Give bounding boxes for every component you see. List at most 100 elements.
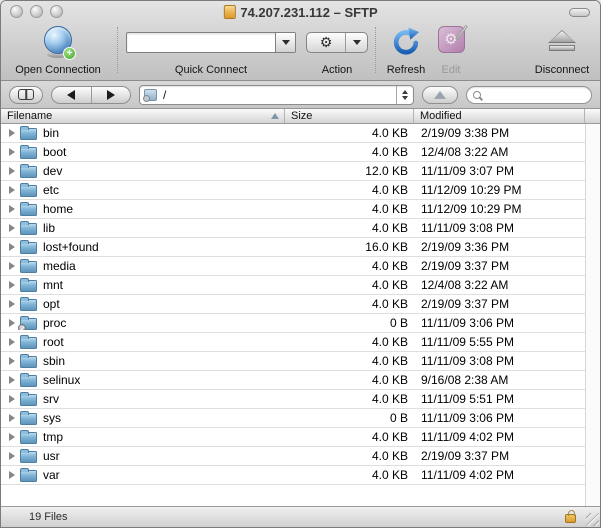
table-row[interactable]: sbin 4.0 KB 11/11/09 3:08 PM — [1, 352, 586, 371]
filename-cell: selinux — [1, 373, 285, 387]
size-cell: 16.0 KB — [285, 240, 414, 254]
back-button[interactable] — [52, 87, 91, 103]
filename-label: proc — [43, 316, 66, 330]
disclosure-triangle-icon[interactable] — [9, 243, 15, 251]
quick-connect-label: Quick Connect — [126, 64, 296, 76]
forward-button[interactable] — [91, 87, 131, 103]
title-bar[interactable]: 74.207.231.112 – SFTP — [1, 1, 600, 23]
action-button[interactable]: ⚙ — [306, 32, 368, 53]
path-popup-stepper[interactable] — [396, 86, 413, 104]
resize-grip[interactable] — [586, 513, 599, 526]
filename-cell: bin — [1, 126, 285, 140]
disclosure-triangle-icon[interactable] — [9, 471, 15, 479]
disclosure-triangle-icon[interactable] — [9, 338, 15, 346]
disclosure-triangle-icon[interactable] — [9, 300, 15, 308]
table-row[interactable]: boot 4.0 KB 12/4/08 3:22 AM — [1, 143, 586, 162]
go-up-button[interactable] — [422, 86, 458, 104]
gear-icon: ⚙ — [320, 36, 333, 50]
modified-cell: 11/11/09 3:08 PM — [414, 354, 586, 368]
proxy-document-icon[interactable] — [223, 5, 235, 19]
size-cell: 4.0 KB — [285, 259, 414, 273]
table-row[interactable]: lost+found 16.0 KB 2/19/09 3:36 PM — [1, 238, 586, 257]
disclosure-triangle-icon[interactable] — [9, 186, 15, 194]
disclosure-triangle-icon[interactable] — [9, 167, 15, 175]
arrow-up-icon — [434, 91, 446, 99]
disclosure-triangle-icon[interactable] — [9, 129, 15, 137]
modified-cell: 11/11/09 3:07 PM — [414, 164, 586, 178]
path-popup[interactable]: / — [139, 85, 414, 105]
modified-cell: 2/19/09 3:37 PM — [414, 259, 586, 273]
zoom-button[interactable] — [50, 5, 63, 18]
disclosure-triangle-icon[interactable] — [9, 224, 15, 232]
open-connection-label: Open Connection — [6, 64, 110, 76]
column-header-filename[interactable]: Filename — [1, 109, 285, 123]
size-cell: 4.0 KB — [285, 183, 414, 197]
disclosure-triangle-icon[interactable] — [9, 319, 15, 327]
table-row[interactable]: lib 4.0 KB 11/11/09 3:08 PM — [1, 219, 586, 238]
table-row[interactable]: selinux 4.0 KB 9/16/08 2:38 AM — [1, 371, 586, 390]
filename-cell: boot — [1, 145, 285, 159]
status-bar: 19 Files — [1, 506, 600, 527]
column-header-modified[interactable]: Modified — [414, 109, 584, 123]
remote-volume-icon — [144, 89, 157, 101]
disclosure-triangle-icon[interactable] — [9, 414, 15, 422]
table-row[interactable]: root 4.0 KB 11/11/09 5:55 PM — [1, 333, 586, 352]
table-row[interactable]: etc 4.0 KB 11/12/09 10:29 PM — [1, 181, 586, 200]
open-connection-button[interactable]: + Open Connection — [6, 26, 110, 78]
disclosure-triangle-icon[interactable] — [9, 262, 15, 270]
folder-icon — [20, 280, 37, 292]
size-cell: 4.0 KB — [285, 335, 414, 349]
table-row[interactable]: usr 4.0 KB 2/19/09 3:37 PM — [1, 447, 586, 466]
disclosure-triangle-icon[interactable] — [9, 376, 15, 384]
toolbar-separator — [375, 27, 376, 73]
arrow-down-icon — [402, 96, 408, 100]
quick-connect-group: Quick Connect — [126, 26, 296, 78]
edit-button[interactable]: ⚙ Edit — [429, 26, 473, 78]
bookmarks-button[interactable] — [9, 86, 43, 104]
disclosure-triangle-icon[interactable] — [9, 452, 15, 460]
table-row[interactable]: dev 12.0 KB 11/11/09 3:07 PM — [1, 162, 586, 181]
table-row[interactable]: var 4.0 KB 11/11/09 4:02 PM — [1, 466, 586, 485]
size-cell: 4.0 KB — [285, 278, 414, 292]
toolbar-toggle-pill[interactable] — [569, 8, 590, 17]
action-gear-segment[interactable]: ⚙ — [307, 33, 346, 52]
modified-cell: 11/11/09 5:51 PM — [414, 392, 586, 406]
filename-cell: etc — [1, 183, 285, 197]
table-row[interactable]: opt 4.0 KB 2/19/09 3:37 PM — [1, 295, 586, 314]
refresh-button[interactable]: Refresh — [379, 26, 433, 78]
disclosure-triangle-icon[interactable] — [9, 395, 15, 403]
disclosure-triangle-icon[interactable] — [9, 433, 15, 441]
table-row[interactable]: srv 4.0 KB 11/11/09 5:51 PM — [1, 390, 586, 409]
disconnect-button[interactable]: Disconnect — [524, 26, 600, 78]
filename-header-label: Filename — [7, 110, 52, 122]
disclosure-triangle-icon[interactable] — [9, 205, 15, 213]
filename-cell: home — [1, 202, 285, 216]
table-row[interactable]: media 4.0 KB 2/19/09 3:37 PM — [1, 257, 586, 276]
modified-cell: 11/11/09 3:08 PM — [414, 221, 586, 235]
table-row[interactable]: sys 0 B 11/11/09 3:06 PM — [1, 409, 586, 428]
column-header-size[interactable]: Size — [285, 109, 414, 123]
close-button[interactable] — [10, 5, 23, 18]
disclosure-triangle-icon[interactable] — [9, 357, 15, 365]
disclosure-triangle-icon[interactable] — [9, 281, 15, 289]
folder-icon — [20, 413, 37, 425]
minimize-button[interactable] — [30, 5, 43, 18]
quick-connect-dropdown-button[interactable] — [275, 33, 295, 52]
modified-header-label: Modified — [420, 110, 462, 122]
file-count: 19 Files — [29, 511, 68, 523]
disclosure-triangle-icon[interactable] — [9, 148, 15, 156]
table-row[interactable]: proc 0 B 11/11/09 3:06 PM — [1, 314, 586, 333]
action-label: Action — [304, 64, 370, 76]
table-row[interactable]: bin 4.0 KB 2/19/09 3:38 PM — [1, 124, 586, 143]
search-input[interactable] — [481, 89, 585, 101]
table-row[interactable]: home 4.0 KB 11/12/09 10:29 PM — [1, 200, 586, 219]
quick-connect-input[interactable] — [127, 33, 275, 52]
quick-connect-combobox[interactable] — [126, 32, 296, 53]
action-menu-segment[interactable] — [346, 33, 367, 52]
table-row[interactable]: mnt 4.0 KB 12/4/08 3:22 AM — [1, 276, 586, 295]
filename-cell: sys — [1, 411, 285, 425]
vertical-scrollbar[interactable] — [585, 124, 600, 506]
table-row[interactable]: tmp 4.0 KB 11/11/09 4:02 PM — [1, 428, 586, 447]
search-field[interactable] — [466, 86, 592, 104]
edit-icon: ⚙ — [438, 26, 465, 53]
